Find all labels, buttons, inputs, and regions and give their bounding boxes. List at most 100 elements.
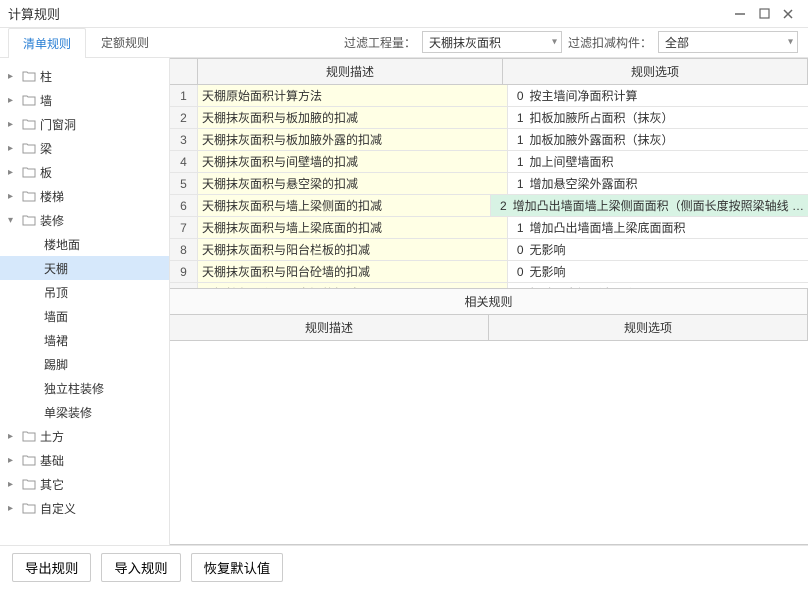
folder-icon (22, 454, 36, 466)
filter-deduct-value: 全部 (665, 34, 689, 51)
table-row[interactable]: 1天棚原始面积计算方法0按主墙间净面积计算 (170, 85, 808, 107)
tree-item-label: 踢脚 (44, 356, 68, 373)
related-body (170, 341, 808, 545)
folder-icon (22, 118, 36, 130)
row-desc: 天棚抹灰面积与墙上梁侧面的扣减 (198, 195, 491, 216)
main-pane: 规则描述 规则选项 1天棚原始面积计算方法0按主墙间净面积计算2天棚抹灰面积与板… (170, 58, 808, 545)
tree-arrow-icon: ▸ (8, 71, 18, 82)
import-button[interactable]: 导入规则 (101, 553, 180, 582)
tree-item[interactable]: ▸门窗洞 (0, 112, 169, 136)
folder-icon (22, 142, 36, 154)
tree-item[interactable]: 楼地面 (0, 232, 169, 256)
tree-arrow-icon: ▸ (8, 143, 18, 154)
row-number: 2 (170, 107, 198, 128)
tree-item[interactable]: 墙面 (0, 304, 169, 328)
row-flag: 1 (508, 129, 526, 150)
row-number: 3 (170, 129, 198, 150)
tree-item[interactable]: ▸土方 (0, 424, 169, 448)
tree-item[interactable]: 独立柱装修 (0, 376, 169, 400)
grid-header-num (170, 59, 198, 84)
tab-quota-rules[interactable]: 定额规则 (86, 27, 164, 57)
chevron-down-icon: ▾ (788, 37, 793, 48)
tree-arrow-icon: ▸ (8, 191, 18, 202)
table-row[interactable]: 6天棚抹灰面积与墙上梁侧面的扣减2增加凸出墙面墙上梁侧面面积（侧面长度按照梁轴线… (170, 195, 808, 217)
tree-item[interactable]: ▸梁 (0, 136, 169, 160)
row-option: 增加凸出墙面墙上梁侧面面积（侧面长度按照梁轴线 … (509, 195, 808, 216)
table-row[interactable]: 9天棚抹灰面积与阳台砼墙的扣减0无影响 (170, 261, 808, 283)
related-header: 规则描述 规则选项 (170, 315, 808, 341)
row-option: 按主墙间净面积计算 (526, 85, 808, 106)
maximize-icon (759, 8, 770, 19)
tree-item[interactable]: ▸其它 (0, 472, 169, 496)
folder-icon (22, 166, 36, 178)
tree-item[interactable]: 墙裙 (0, 328, 169, 352)
row-desc: 天棚抹灰面积与板加腋的扣减 (198, 107, 508, 128)
tree-item-label: 柱 (40, 68, 52, 85)
tree-item[interactable]: 吊顶 (0, 280, 169, 304)
related-header-opt: 规则选项 (489, 315, 807, 340)
row-flag: 0 (508, 261, 526, 282)
tree-item[interactable]: ▸板 (0, 160, 169, 184)
tree-item-label: 吊顶 (44, 284, 68, 301)
export-button[interactable]: 导出规则 (12, 553, 91, 582)
tree-pane: ▸柱▸墙▸门窗洞▸梁▸板▸楼梯▾装修楼地面天棚吊顶墙面墙裙踢脚独立柱装修单梁装修… (0, 58, 170, 545)
close-button[interactable] (776, 4, 800, 24)
tree-item[interactable]: 踢脚 (0, 352, 169, 376)
tree-item-label: 梁 (40, 140, 52, 157)
tree-item[interactable]: 天棚 (0, 256, 169, 280)
filter-project-select[interactable]: 天棚抹灰面积 ▾ (422, 31, 562, 53)
row-number: 4 (170, 151, 198, 172)
tab-list-rules[interactable]: 清单规则 (8, 28, 86, 58)
row-option: 加板加腋外露面积（抹灰） (526, 129, 808, 150)
table-row[interactable]: 3天棚抹灰面积与板加腋外露的扣减1加板加腋外露面积（抹灰） (170, 129, 808, 151)
row-desc: 天棚抹灰面积与悬空梁的扣减 (198, 173, 508, 194)
folder-icon (22, 478, 36, 490)
folder-icon (22, 502, 36, 514)
body: ▸柱▸墙▸门窗洞▸梁▸板▸楼梯▾装修楼地面天棚吊顶墙面墙裙踢脚独立柱装修单梁装修… (0, 58, 808, 545)
row-number: 9 (170, 261, 198, 282)
tree-item-label: 自定义 (40, 500, 76, 517)
tree-item-label: 独立柱装修 (44, 380, 104, 397)
filter-project-value: 天棚抹灰面积 (429, 34, 501, 51)
table-row[interactable]: 8天棚抹灰面积与阳台栏板的扣减0无影响 (170, 239, 808, 261)
row-option: 增加凸出墙面墙上梁底面面积 (526, 217, 808, 238)
tree-item[interactable]: ▸楼梯 (0, 184, 169, 208)
filter-bar: 过滤工程量： 天棚抹灰面积 ▾ 过滤扣减构件： 全部 ▾ (344, 31, 808, 57)
row-number: 7 (170, 217, 198, 238)
tree-item[interactable]: ▾装修 (0, 208, 169, 232)
row-option: 扣板加腋所占面积（抹灰） (526, 107, 808, 128)
related-header-desc: 规则描述 (170, 315, 489, 340)
row-flag: 1 (508, 151, 526, 172)
folder-icon (22, 190, 36, 202)
row-desc: 天棚抹灰面积与间壁墙的扣减 (198, 151, 508, 172)
tree-arrow-icon: ▸ (8, 95, 18, 106)
tree-item-label: 板 (40, 164, 52, 181)
tree-item[interactable]: ▸墙 (0, 88, 169, 112)
minimize-button[interactable] (728, 4, 752, 24)
folder-icon (22, 214, 36, 226)
row-number: 6 (170, 195, 198, 216)
tree-item[interactable]: ▸基础 (0, 448, 169, 472)
table-row[interactable]: 4天棚抹灰面积与间壁墙的扣减1加上间壁墙面积 (170, 151, 808, 173)
filter-project-label: 过滤工程量： (344, 34, 416, 51)
minimize-icon (734, 8, 746, 20)
row-desc: 天棚抹灰面积与板加腋外露的扣减 (198, 129, 508, 150)
table-row[interactable]: 2天棚抹灰面积与板加腋的扣减1扣板加腋所占面积（抹灰） (170, 107, 808, 129)
tree-item-label: 其它 (40, 476, 64, 493)
tree-item[interactable]: ▸自定义 (0, 496, 169, 520)
close-icon (782, 8, 794, 20)
row-desc: 天棚抹灰面积与墙上梁底面的扣减 (198, 217, 508, 238)
tree-item-label: 门窗洞 (40, 116, 76, 133)
table-row[interactable]: 5天棚抹灰面积与悬空梁的扣减1增加悬空梁外露面积 (170, 173, 808, 195)
tree-item[interactable]: ▸柱 (0, 64, 169, 88)
row-flag: 1 (508, 107, 526, 128)
tree-item-label: 墙面 (44, 308, 68, 325)
footer: 导出规则 导入规则 恢复默认值 (0, 545, 808, 589)
restore-button[interactable]: 恢复默认值 (191, 553, 284, 582)
filter-deduct-select[interactable]: 全部 ▾ (658, 31, 798, 53)
table-row[interactable]: 7天棚抹灰面积与墙上梁底面的扣减1增加凸出墙面墙上梁底面面积 (170, 217, 808, 239)
tree-item[interactable]: 单梁装修 (0, 400, 169, 424)
tabs-row: 清单规则 定额规则 过滤工程量： 天棚抹灰面积 ▾ 过滤扣减构件： 全部 ▾ (0, 28, 808, 58)
maximize-button[interactable] (752, 4, 776, 24)
grid-body[interactable]: 1天棚原始面积计算方法0按主墙间净面积计算2天棚抹灰面积与板加腋的扣减1扣板加腋… (170, 85, 808, 288)
